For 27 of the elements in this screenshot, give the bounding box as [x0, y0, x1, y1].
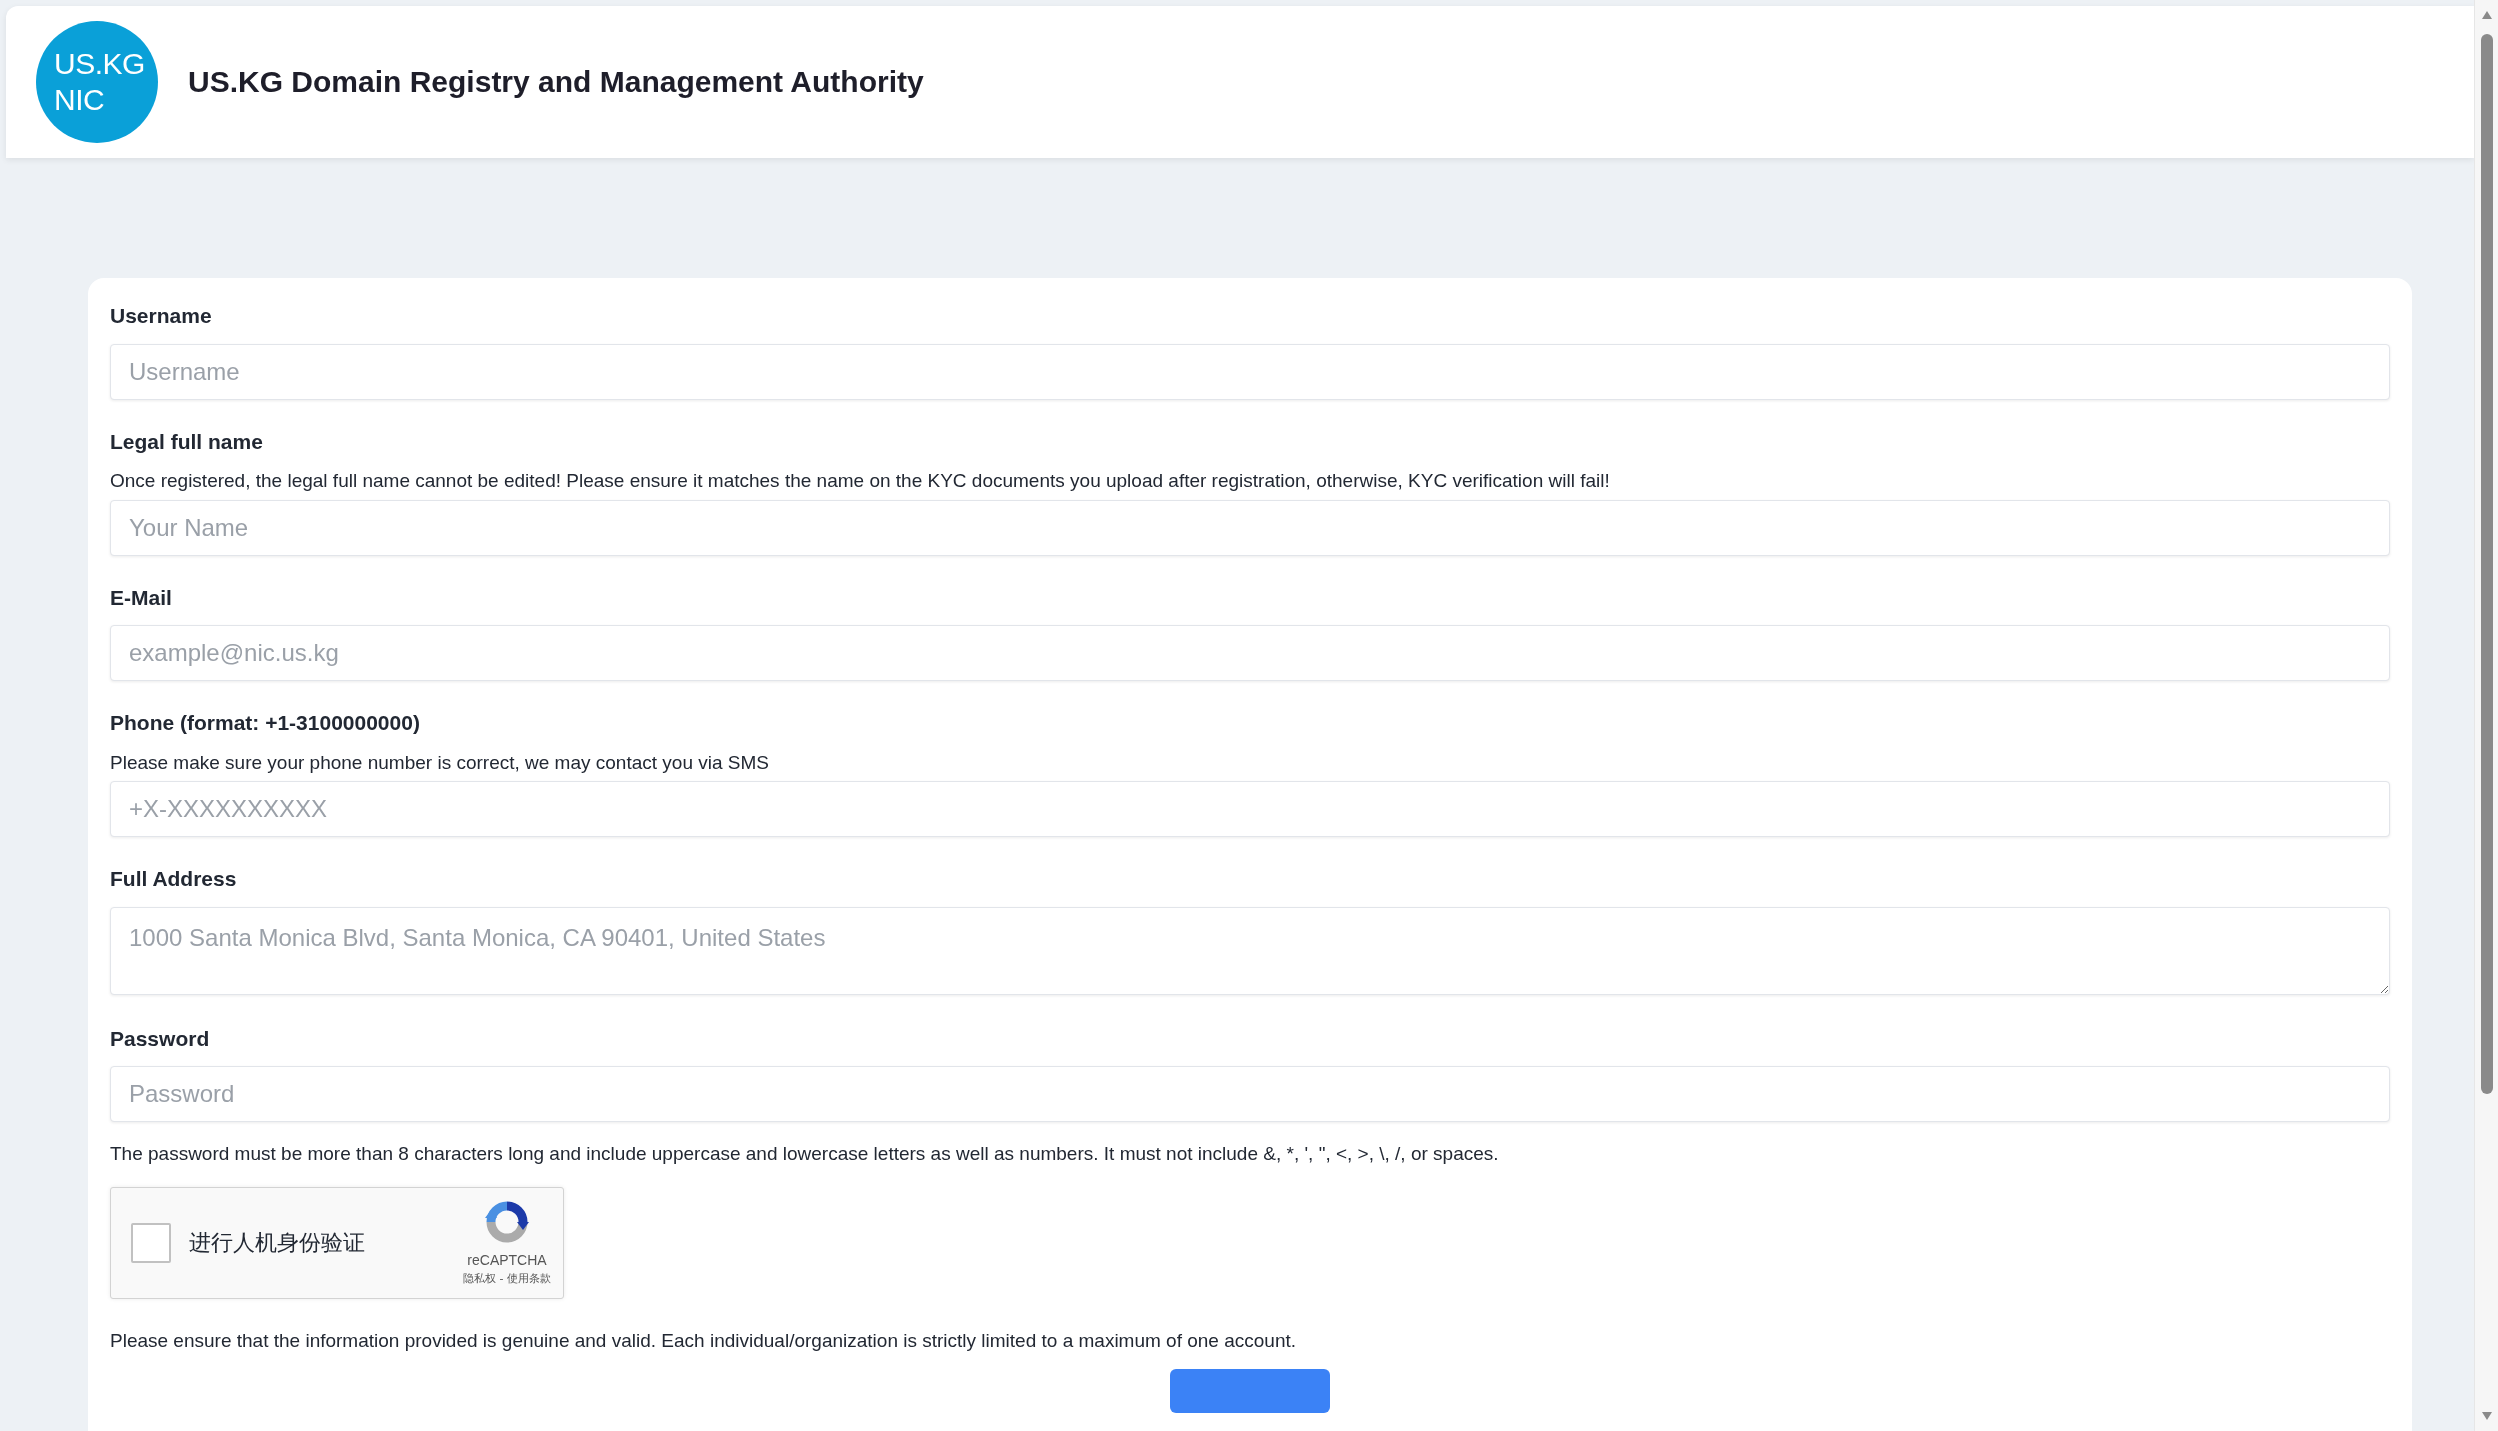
captcha-link[interactable]: 隐私权: [463, 1271, 497, 1285]
scroll-thumb[interactable]: [2480, 34, 2493, 1094]
input-field[interactable]: +X-XXXXXXXXXX: [110, 781, 2390, 837]
scroll-up-icon[interactable]: [2480, 10, 2493, 20]
help-text: Once registered, the legal full name cannot be edited! Please ensure it matches the name on the KYC documents you upload after registration, otherwise, KYC verification will fail!: [110, 469, 1611, 493]
input-field[interactable]: example@nic.us.kg: [110, 625, 2390, 681]
input-field[interactable]: Username: [110, 343, 2390, 400]
help-text: Please make sure your phone number is correct, we may contact you via SMS: [110, 750, 770, 775]
site-title: US.KG Domain Registry and Management Authority: [188, 64, 924, 100]
field-label: E-Mail: [110, 584, 173, 611]
field-label: Full Address: [110, 866, 238, 892]
captcha-checkbox[interactable]: [131, 1222, 171, 1263]
address-field[interactable]: 1000 Santa Monica Blvd, Santa Monica, CA 90401, United States: [110, 906, 2390, 995]
field-label: Legal full name: [110, 428, 264, 455]
captcha-link[interactable]: 使用条款: [507, 1271, 551, 1285]
notice-text: Please ensure that the information provided is genuine and valid. Each individual/organization is strictly limited to a maximum of one account.: [110, 1328, 1298, 1353]
scrollbar[interactable]: [2474, 0, 2498, 1431]
input-field[interactable]: Password: [110, 1066, 2390, 1122]
field-label: Phone (format: +1-3100000000): [110, 710, 421, 736]
captcha-label: 进行人机身份验证: [189, 1229, 366, 1257]
scroll-down-icon[interactable]: [2480, 1411, 2493, 1421]
captcha-brand: reCAPTCHA: [467, 1250, 547, 1270]
link-separator: -: [498, 1271, 505, 1285]
input-field[interactable]: Your Name: [110, 499, 2390, 556]
field-label: Password: [110, 1025, 211, 1052]
help-text: The password must be more than 8 characters long and include uppercase and lowercase letters as well as numbers. It must not include &, *, ', ", <, >, \, /, or spaces.: [110, 1142, 1500, 1166]
field-label: Username: [110, 303, 213, 329]
